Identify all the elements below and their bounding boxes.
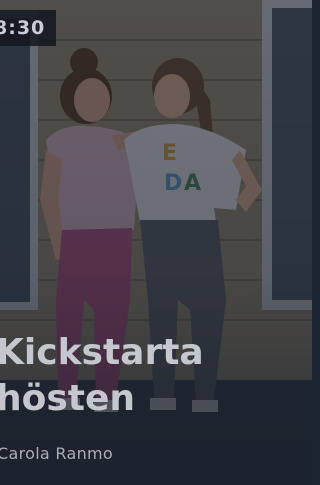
duration-text: 8:30 [0, 17, 46, 39]
workout-title: Kickstarta hösten [0, 330, 312, 422]
workout-card[interactable]: E D A 8:30 Kickstarta hösten Carola Ranm… [0, 0, 312, 485]
shirt-letter: A [184, 171, 201, 196]
instructor-name: Carola Ranmo [0, 444, 114, 463]
title-line-1: Kickstarta [0, 332, 204, 373]
duration-badge: 8:30 [0, 10, 56, 46]
shirt-letter: D [164, 171, 182, 196]
shirt-letter: E [162, 141, 177, 166]
title-line-2: hösten [0, 378, 136, 419]
